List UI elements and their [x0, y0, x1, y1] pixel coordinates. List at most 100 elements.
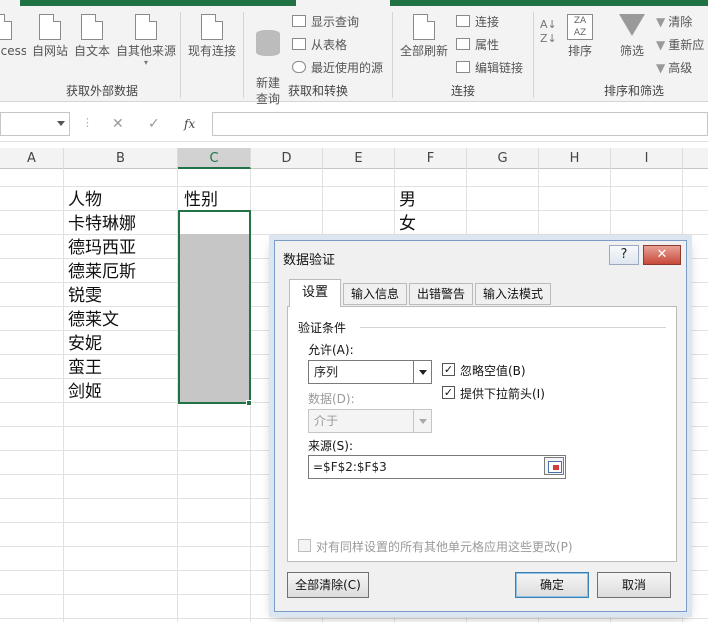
cell-b5[interactable]: 锐雯 [68, 284, 102, 308]
dropdown-arrow-checkbox[interactable]: ✓ [442, 386, 455, 399]
web-icon [39, 14, 61, 40]
source-label: 来源(S): [308, 439, 354, 453]
formula-bar: ⋮ ✕ ✓ fx [0, 108, 708, 142]
from-web-label: 自网站 [31, 44, 68, 58]
from-other-sources-button[interactable]: 自其他来源 ▾ [113, 14, 179, 67]
section-title: 验证条件 [298, 321, 347, 335]
cell-b1[interactable]: 人物 [68, 188, 102, 212]
filter-button[interactable]: 筛选 [612, 14, 652, 59]
ok-button[interactable]: 确定 [515, 572, 589, 598]
tab-settings[interactable]: 设置 [289, 279, 341, 307]
cell-b3[interactable]: 德玛西亚 [68, 236, 136, 260]
existing-connections-icon [201, 14, 223, 40]
gridline [0, 210, 708, 211]
reapply-button[interactable]: ▼ 重新应 [656, 37, 704, 53]
insert-function-button[interactable]: fx [184, 117, 195, 131]
tab-input-message[interactable]: 输入信息 [343, 283, 407, 305]
sort-icon: ZA AZ [567, 14, 593, 40]
from-other-sources-label: 自其他来源 [115, 44, 176, 58]
cell-b4[interactable]: 德莱厄斯 [68, 260, 136, 284]
ribbon-separator [243, 12, 244, 98]
link-icon [456, 61, 470, 73]
sort-button[interactable]: ZA AZ 排序 [564, 14, 596, 59]
column-header-i[interactable]: I [611, 148, 683, 169]
existing-connections-label: 现有连接 [187, 44, 236, 58]
cell-b7[interactable]: 安妮 [68, 332, 102, 356]
connections-label: 连接 [475, 15, 500, 29]
from-text-button[interactable]: 自文本 [72, 14, 112, 59]
cancel-formula-icon[interactable]: ✕ [112, 116, 124, 132]
column-header-e[interactable]: E [323, 148, 395, 169]
column-header-h[interactable]: H [539, 148, 611, 169]
allow-select[interactable]: 序列 [308, 360, 432, 384]
source-input[interactable]: =$F$2:$F$3 [308, 455, 566, 479]
funnel-icon [619, 14, 645, 36]
from-access-label: ccess [0, 44, 26, 58]
cancel-button[interactable]: 取消 [597, 572, 671, 598]
range-select-icon[interactable] [544, 457, 564, 475]
ignore-blank-checkbox[interactable]: ✓ [442, 363, 455, 376]
cell-b2[interactable]: 卡特琳娜 [68, 212, 136, 236]
column-header-b[interactable]: B [64, 148, 178, 169]
clear-all-button[interactable]: 全部清除(C) [287, 572, 369, 598]
show-queries-label: 显示查询 [311, 15, 360, 29]
recent-sources-button[interactable]: 最近使用的源 [292, 60, 383, 76]
cell-f2[interactable]: 女 [399, 212, 416, 236]
from-table-button[interactable]: 从表格 [292, 37, 347, 53]
cell-b8[interactable]: 蛮王 [68, 356, 102, 380]
gridline [63, 169, 64, 622]
enter-formula-icon[interactable]: ✓ [148, 116, 160, 132]
fill-handle[interactable] [246, 400, 252, 406]
help-button[interactable]: ? [609, 245, 639, 265]
sort-label: 排序 [567, 44, 592, 58]
selected-range[interactable] [178, 210, 251, 404]
dialog-title: 数据验证 [283, 253, 336, 268]
name-box[interactable] [0, 112, 70, 136]
chevron-down-icon[interactable] [413, 361, 431, 383]
column-header-g[interactable]: G [467, 148, 539, 169]
properties-button[interactable]: 属性 [456, 37, 499, 53]
group-label-transform: 获取和转换 [288, 84, 349, 98]
tab-error-alert[interactable]: 出错警告 [409, 283, 473, 305]
settings-panel: 验证条件 允许(A): 序列 ✓ 忽略空值(B) ✓ 提供下拉箭头(I) 数据(… [287, 306, 677, 562]
data-label: 数据(D): [308, 392, 355, 406]
cell-b9[interactable]: 剑姬 [68, 380, 102, 404]
gridline [0, 186, 708, 187]
text-file-icon [81, 14, 103, 40]
connections-button[interactable]: 连接 [456, 14, 499, 30]
cell-f1[interactable]: 男 [399, 188, 416, 212]
sort-az-button[interactable]: A↓ Z↓ [540, 18, 557, 46]
ignore-blank-label[interactable]: 忽略空值(B) [460, 362, 526, 379]
show-queries-button[interactable]: 显示查询 [292, 14, 359, 30]
advanced-filter-button[interactable]: ▼ 高级 [656, 60, 692, 76]
reapply-label: 重新应 [668, 38, 705, 52]
column-header-f[interactable]: F [395, 148, 467, 169]
close-button[interactable]: ✕ [643, 245, 681, 265]
access-icon [0, 14, 12, 40]
drag-handle-icon[interactable]: ⋮ [82, 116, 93, 129]
tab-ime-mode[interactable]: 输入法模式 [475, 283, 551, 305]
from-access-button[interactable]: ccess [0, 14, 26, 59]
cell-b6[interactable]: 德莱文 [68, 308, 119, 332]
dropdown-arrow-label[interactable]: 提供下拉箭头(I) [460, 385, 545, 402]
edit-links-button[interactable]: 编辑链接 [456, 60, 523, 76]
column-header-c[interactable]: C [178, 148, 251, 169]
data-select-value: 介于 [314, 414, 339, 428]
refresh-all-button[interactable]: 全部刷新 [398, 14, 450, 59]
cell-c1[interactable]: 性别 [184, 188, 218, 212]
filter-label: 筛选 [619, 44, 644, 58]
column-header-a[interactable]: A [0, 148, 64, 169]
clear-filter-button[interactable]: ▼ 清除 [656, 14, 692, 30]
chevron-down-icon [413, 410, 431, 432]
allow-label: 允许(A): [308, 343, 354, 357]
from-web-button[interactable]: 自网站 [30, 14, 70, 59]
existing-connections-button[interactable]: 现有连接 [184, 14, 240, 59]
column-header-d[interactable]: D [251, 148, 323, 169]
database-icon [256, 30, 280, 56]
properties-label: 属性 [475, 38, 500, 52]
new-query-button[interactable]: 新建 查询 [248, 14, 288, 107]
formula-input[interactable] [212, 112, 708, 136]
clock-icon [292, 61, 306, 73]
advanced-filter-icon: ▼ [656, 61, 666, 75]
properties-icon [456, 38, 470, 50]
